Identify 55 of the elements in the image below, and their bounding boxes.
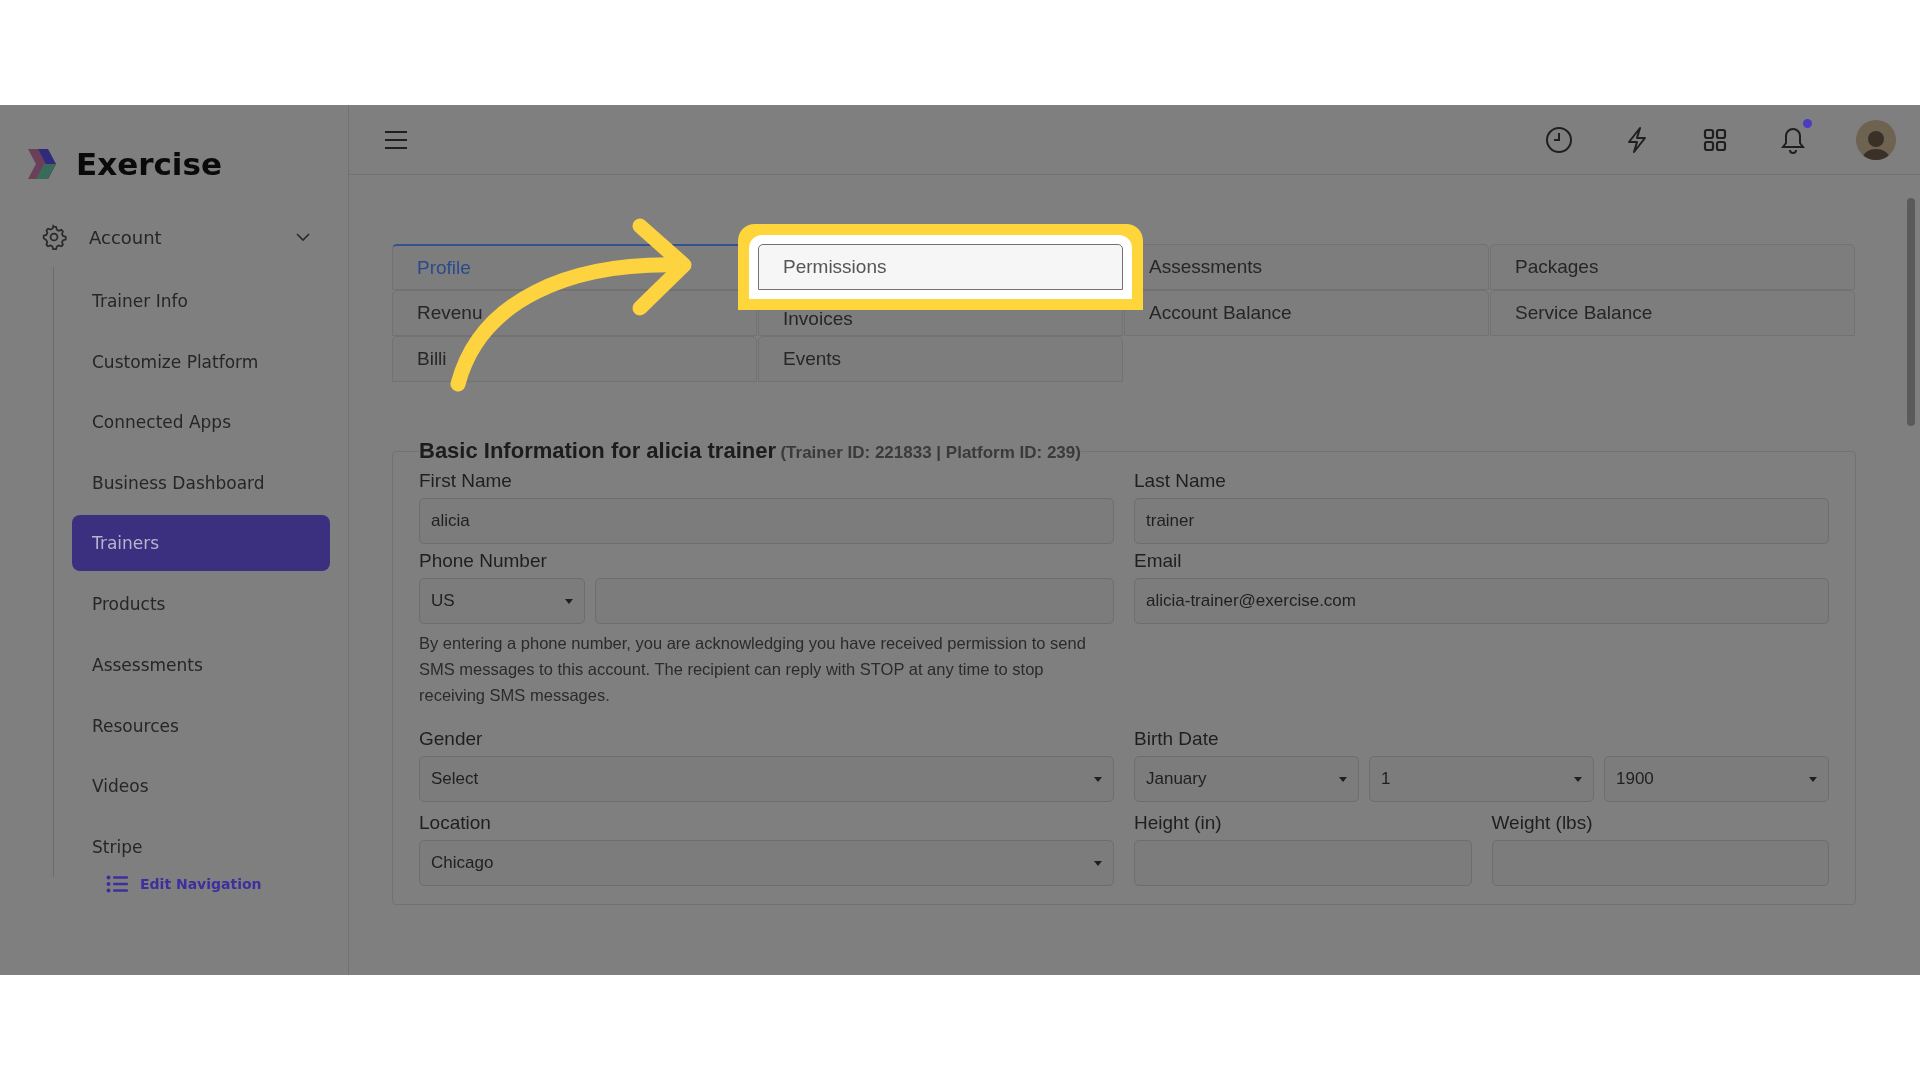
chevron-icon <box>295 232 311 242</box>
tab[interactable]: Billi <box>392 336 757 382</box>
field-label: Phone Number <box>419 550 548 572</box>
tab[interactable]: Service Balance <box>1490 290 1855 336</box>
list-icon <box>106 875 128 893</box>
sidebar-item[interactable]: Business Dashboard <box>54 452 330 514</box>
field-label: Height (in) <box>1134 812 1223 834</box>
caret-icon <box>1094 860 1102 866</box>
first-name-field[interactable]: alicia <box>419 498 1114 544</box>
tab[interactable]: Packages <box>1490 244 1855 290</box>
account-menu[interactable]: Account <box>41 217 311 257</box>
location-dropdown[interactable]: Chicago <box>419 840 1114 886</box>
clock-icon[interactable] <box>1545 125 1573 154</box>
gender-dropdown[interactable]: Select <box>419 756 1114 802</box>
field-label: First Name <box>419 470 513 492</box>
sidebar-item[interactable]: Assessments <box>54 634 330 696</box>
field-label: Gender <box>419 728 484 750</box>
tab[interactable]: Events <box>758 336 1123 382</box>
caret-icon <box>1339 776 1347 782</box>
tab[interactable]: Account Balance <box>1124 290 1489 336</box>
sidebar-item[interactable]: Stripe <box>54 816 330 877</box>
menu-icon[interactable] <box>384 129 408 150</box>
month-dropdown[interactable]: January <box>1134 756 1359 802</box>
form-title: Basic Information for alicia trainer (Trainer ID: 221833 | Platform ID: 239) <box>419 438 1081 464</box>
caret-icon <box>1574 776 1582 782</box>
field-label: Birth Date <box>1134 728 1220 750</box>
last-name-field[interactable]: trainer <box>1134 498 1829 544</box>
phone-notice: By entering a phone number, you are acknowledging you have received permission to send SMS messages to this account. The recipient can reply with STOP at any time to stop receiving SMS messages. <box>419 633 1087 706</box>
year-dropdown[interactable]: 1900 <box>1604 756 1829 802</box>
field-label: Email <box>1134 550 1183 572</box>
sidebar-item[interactable]: Resources <box>54 695 330 756</box>
caret-icon <box>1094 776 1102 782</box>
lightning-icon[interactable] <box>1626 125 1648 154</box>
sidebar-item[interactable]: Videos <box>54 755 330 817</box>
caret-icon <box>1809 776 1817 782</box>
bell-icon[interactable] <box>1780 125 1806 154</box>
field-label: Weight (lbs) <box>1491 812 1594 834</box>
sidebar-item[interactable]: Trainers <box>72 515 330 572</box>
email-field[interactable]: alicia-trainer@exercise.com <box>1134 578 1829 624</box>
sidebar-item[interactable]: Customize Platform <box>54 331 330 393</box>
scrollbar-thumb[interactable] <box>1907 198 1915 426</box>
sidebar-item[interactable]: Connected Apps <box>54 392 330 453</box>
caret-icon <box>565 598 573 604</box>
sidebar-item[interactable]: Products <box>54 574 330 635</box>
avatar[interactable] <box>1856 119 1896 160</box>
country-code-dropdown[interactable]: US <box>419 578 585 624</box>
day-dropdown[interactable]: 1 <box>1369 756 1594 802</box>
grid-icon[interactable] <box>1703 127 1727 152</box>
field-label: Location <box>419 812 492 834</box>
sidebar-item[interactable]: Trainer Info <box>54 271 330 332</box>
settings-icon <box>41 224 67 250</box>
field-label: Last Name <box>1134 470 1227 492</box>
edit-navigation-link[interactable]: Edit Navigation <box>106 875 348 893</box>
app-logo-text: Exercise <box>76 146 222 182</box>
tab[interactable]: Revenu <box>392 290 757 336</box>
